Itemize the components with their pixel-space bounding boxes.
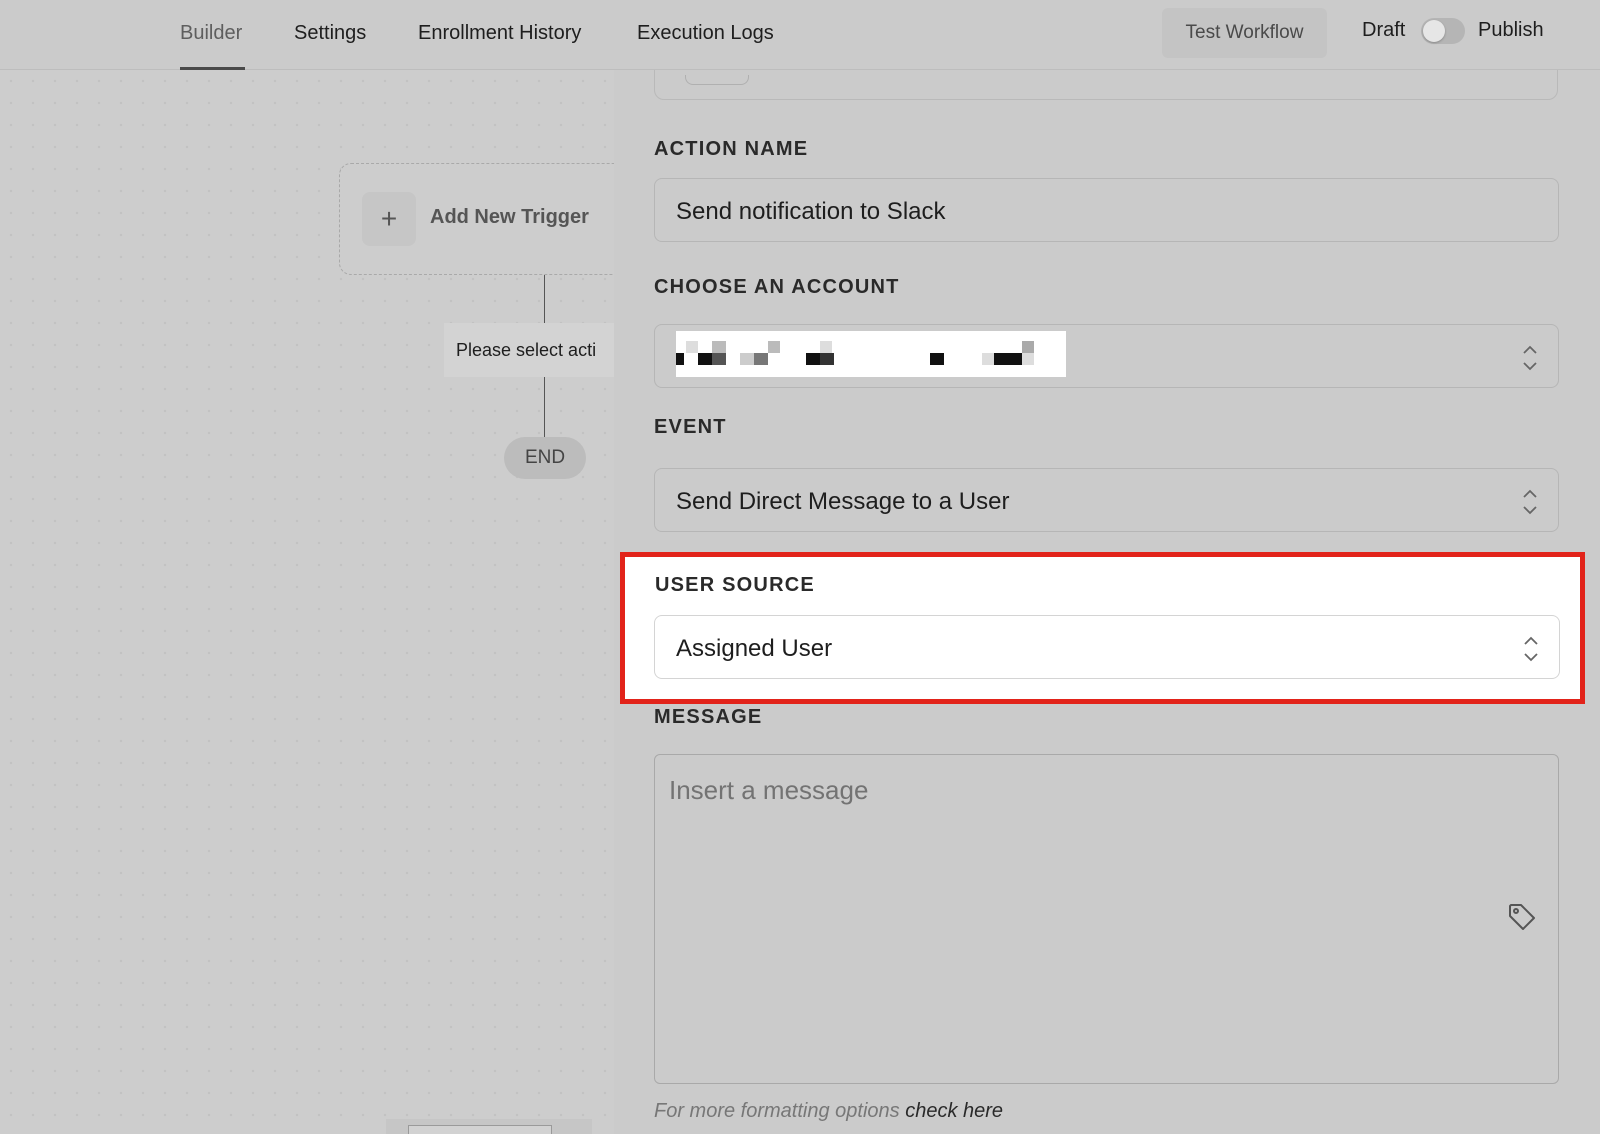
connector-line xyxy=(544,275,545,323)
add-new-trigger-label: Add New Trigger xyxy=(430,206,589,228)
workflow-canvas[interactable]: + Add New Trigger Please select acti END xyxy=(0,70,614,1134)
toggle-knob xyxy=(1423,20,1445,42)
active-tab-indicator xyxy=(180,67,245,70)
publish-toggle[interactable] xyxy=(1421,18,1465,44)
tab-builder[interactable]: Builder xyxy=(180,22,242,45)
action-name-value: Send notification to Slack xyxy=(676,198,946,225)
publish-label: Publish xyxy=(1478,19,1544,41)
choose-account-label: CHOOSE AN ACCOUNT xyxy=(654,276,900,298)
add-new-trigger-card[interactable]: + Add New Trigger xyxy=(339,163,614,275)
previous-section-chip xyxy=(685,75,749,85)
event-label: EVENT xyxy=(654,416,727,438)
tab-execution-logs[interactable]: Execution Logs xyxy=(637,22,774,45)
user-source-value: Assigned User xyxy=(676,635,833,662)
select-action-node[interactable]: Please select acti xyxy=(444,323,614,377)
formatting-help-text: For more formatting options check here xyxy=(654,1100,1003,1123)
top-navigation-bar: Builder Settings Enrollment History Exec… xyxy=(0,0,1600,70)
user-source-label: USER SOURCE xyxy=(655,574,815,596)
account-select[interactable] xyxy=(654,324,1559,388)
chevron-up-down-icon xyxy=(1523,489,1537,515)
test-workflow-button[interactable]: Test Workflow xyxy=(1162,8,1327,58)
draft-label: Draft xyxy=(1362,19,1406,41)
minimap-viewport[interactable] xyxy=(408,1125,552,1134)
message-placeholder: Insert a message xyxy=(669,775,869,805)
chevron-up-down-icon xyxy=(1523,345,1537,371)
event-value: Send Direct Message to a User xyxy=(676,488,1010,515)
action-name-input[interactable]: Send notification to Slack xyxy=(654,178,1559,242)
user-source-select[interactable]: Assigned User xyxy=(654,615,1560,679)
plus-icon: + xyxy=(362,192,416,246)
help-text: For more formatting options xyxy=(654,1100,906,1122)
tab-settings[interactable]: Settings xyxy=(294,22,366,45)
previous-section-card xyxy=(654,70,1558,100)
user-source-highlight: USER SOURCE Assigned User xyxy=(620,552,1585,704)
end-node: END xyxy=(504,437,586,479)
tab-enrollment-history[interactable]: Enrollment History xyxy=(418,22,581,45)
chevron-up-down-icon xyxy=(1524,636,1538,662)
connector-line xyxy=(544,377,545,437)
tag-icon[interactable] xyxy=(1506,901,1538,933)
check-here-link[interactable]: check here xyxy=(905,1100,1003,1122)
canvas-minimap[interactable] xyxy=(386,1119,592,1134)
message-label: MESSAGE xyxy=(654,706,763,728)
message-textarea[interactable]: Insert a message xyxy=(654,754,1559,1084)
action-name-label: ACTION NAME xyxy=(654,138,809,160)
redacted-account-value xyxy=(676,331,1066,377)
event-select[interactable]: Send Direct Message to a User xyxy=(654,468,1559,532)
